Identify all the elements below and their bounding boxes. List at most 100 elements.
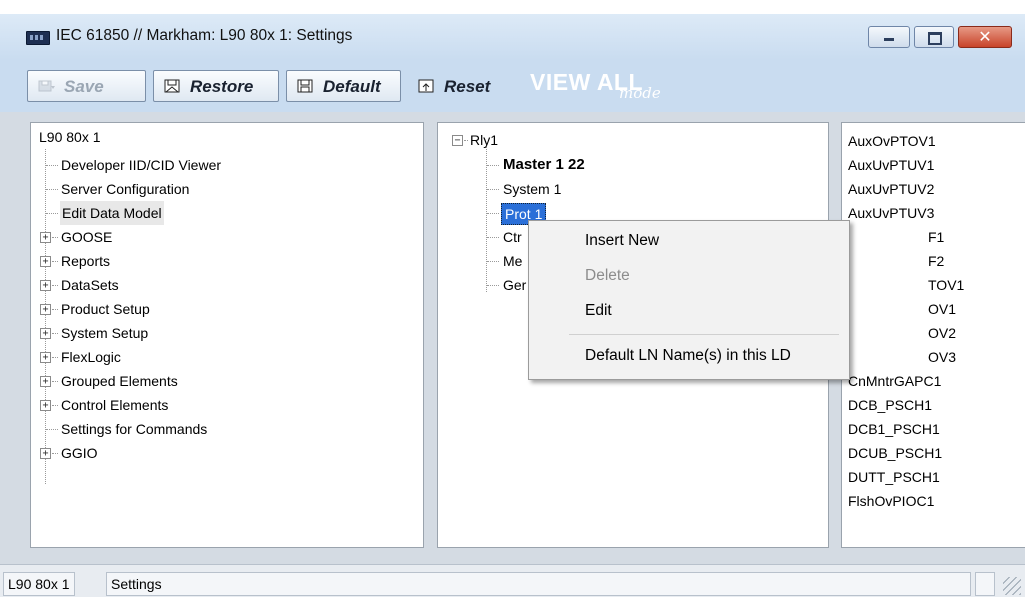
tree-item-flexlogic[interactable]: FlexLogic xyxy=(61,345,121,369)
save-icon xyxy=(38,80,55,92)
window-title: IEC 61850 // Markham: L90 80x 1: Setting… xyxy=(56,27,353,44)
tree-root-rly1[interactable]: Rly1 xyxy=(470,128,498,152)
tree-connector xyxy=(487,285,499,286)
client-area: L90 80x 1 Developer IID/CID Viewer Serve… xyxy=(0,112,1025,564)
list-item[interactable]: AuxOvPTOV1 xyxy=(848,129,936,153)
status-panel-end xyxy=(975,572,995,596)
tree-connector xyxy=(52,237,58,238)
tree-connector xyxy=(52,453,58,454)
tree-item-ctrl[interactable]: Ctr xyxy=(503,225,522,249)
context-menu: Insert New Delete Edit Default LN Name(s… xyxy=(528,220,850,380)
tree-connector xyxy=(487,237,499,238)
menu-item-default-ln-names[interactable]: Default LN Name(s) in this LD xyxy=(585,347,791,365)
close-icon: ✕ xyxy=(978,27,992,46)
menu-item-insert-new[interactable]: Insert New xyxy=(585,232,659,250)
list-item[interactable]: DCUB_PSCH1 xyxy=(848,441,942,465)
reset-label: Reset xyxy=(444,77,491,96)
tree-connector xyxy=(52,333,58,334)
settings-window: IEC 61850 // Markham: L90 80x 1: Setting… xyxy=(0,0,1025,597)
tree-connector xyxy=(487,261,499,262)
list-item[interactable]: TOV1 xyxy=(928,273,964,297)
save-label: Save xyxy=(64,77,104,96)
view-all-mode-button[interactable]: VIEW ALLmode xyxy=(530,69,685,102)
tree-item-ggio[interactable]: GGIO xyxy=(61,441,98,465)
expand-icon[interactable]: + xyxy=(40,328,51,339)
expand-icon[interactable]: + xyxy=(40,376,51,387)
default-label: Default xyxy=(323,77,381,96)
list-item[interactable]: OV2 xyxy=(928,321,956,345)
close-button[interactable]: ✕ xyxy=(958,26,1012,48)
list-item[interactable]: DCB1_PSCH1 xyxy=(848,417,940,441)
tree-item-system-setup[interactable]: System Setup xyxy=(61,321,148,345)
tree-connector xyxy=(52,309,58,310)
menu-item-delete[interactable]: Delete xyxy=(585,267,630,285)
status-mode: Settings xyxy=(106,572,971,596)
list-item[interactable]: DUTT_PSCH1 xyxy=(848,465,940,489)
tree-item-grouped-elements[interactable]: Grouped Elements xyxy=(61,369,178,393)
list-item[interactable]: OV3 xyxy=(928,345,956,369)
expand-icon[interactable]: + xyxy=(40,352,51,363)
tree-connector xyxy=(46,213,58,214)
tree-connector xyxy=(46,189,58,190)
expand-icon[interactable]: + xyxy=(40,256,51,267)
tree-item-master[interactable]: Master 1 22 xyxy=(503,153,585,177)
tree-connector xyxy=(46,429,58,430)
tree-item-goose[interactable]: GOOSE xyxy=(61,225,112,249)
list-item[interactable]: F2 xyxy=(928,249,944,273)
tree-guide-line xyxy=(45,149,46,484)
menu-item-edit[interactable]: Edit xyxy=(585,302,612,320)
expand-icon[interactable]: + xyxy=(40,448,51,459)
tree-item-datasets[interactable]: DataSets xyxy=(61,273,119,297)
tree-item-product-setup[interactable]: Product Setup xyxy=(61,297,150,321)
tree-item-meas[interactable]: Me xyxy=(503,249,522,273)
list-item[interactable]: DCB_PSCH1 xyxy=(848,393,932,417)
tree-item-developer-viewer[interactable]: Developer IID/CID Viewer xyxy=(61,153,221,177)
list-item[interactable]: F1 xyxy=(928,225,944,249)
reset-button[interactable]: Reset xyxy=(407,70,519,102)
minimize-button[interactable] xyxy=(868,26,910,48)
settings-tree-panel[interactable]: L90 80x 1 Developer IID/CID Viewer Serve… xyxy=(30,122,424,548)
tree-item-system[interactable]: System 1 xyxy=(503,177,561,201)
menu-separator xyxy=(569,334,839,335)
logical-node-list-panel[interactable]: AuxOvPTOV1 AuxUvPTUV1 AuxUvPTUV2 AuxUvPT… xyxy=(841,122,1025,548)
tree-item-control-elements[interactable]: Control Elements xyxy=(61,393,168,417)
restore-label: Restore xyxy=(190,77,254,96)
toolbar: Save Restore Default Reset VIEW ALLmode xyxy=(0,60,1025,112)
list-item[interactable]: FlshOvPIOC1 xyxy=(848,489,934,513)
tree-connector xyxy=(52,405,58,406)
tree-item-edit-data-model[interactable]: Edit Data Model xyxy=(60,201,164,225)
resize-grip-icon[interactable] xyxy=(1003,577,1021,595)
list-item[interactable]: OV1 xyxy=(928,297,956,321)
tree-item-settings-for-commands[interactable]: Settings for Commands xyxy=(61,417,207,441)
default-icon xyxy=(297,79,313,93)
restore-button[interactable]: Restore xyxy=(153,70,279,102)
expand-icon[interactable]: + xyxy=(40,232,51,243)
save-button[interactable]: Save xyxy=(27,70,146,102)
tree-connector xyxy=(487,165,499,166)
restore-icon xyxy=(164,79,180,93)
tree-item-reports[interactable]: Reports xyxy=(61,249,110,273)
list-item[interactable]: CnMntrGAPC1 xyxy=(848,369,941,393)
maximize-button[interactable] xyxy=(914,26,954,48)
expand-icon[interactable]: + xyxy=(40,280,51,291)
minimize-icon xyxy=(884,38,894,41)
tree-item-gen[interactable]: Ger xyxy=(503,273,526,297)
default-button[interactable]: Default xyxy=(286,70,401,102)
tree-connector xyxy=(487,213,499,214)
list-item[interactable]: AuxUvPTUV3 xyxy=(848,201,934,225)
tree-connector xyxy=(46,165,58,166)
tree-connector xyxy=(464,140,468,141)
app-icon xyxy=(26,31,50,45)
list-item[interactable]: AuxUvPTUV2 xyxy=(848,177,934,201)
tree-root-device[interactable]: L90 80x 1 xyxy=(39,129,101,145)
tree-connector xyxy=(487,189,499,190)
collapse-icon[interactable]: − xyxy=(452,135,463,146)
tree-item-server-configuration[interactable]: Server Configuration xyxy=(61,177,189,201)
tree-connector xyxy=(52,381,58,382)
expand-icon[interactable]: + xyxy=(40,304,51,315)
status-device: L90 80x 1 xyxy=(3,572,75,596)
title-bar[interactable]: IEC 61850 // Markham: L90 80x 1: Setting… xyxy=(0,14,1025,60)
expand-icon[interactable]: + xyxy=(40,400,51,411)
tree-guide-line xyxy=(486,147,487,292)
list-item[interactable]: AuxUvPTUV1 xyxy=(848,153,934,177)
